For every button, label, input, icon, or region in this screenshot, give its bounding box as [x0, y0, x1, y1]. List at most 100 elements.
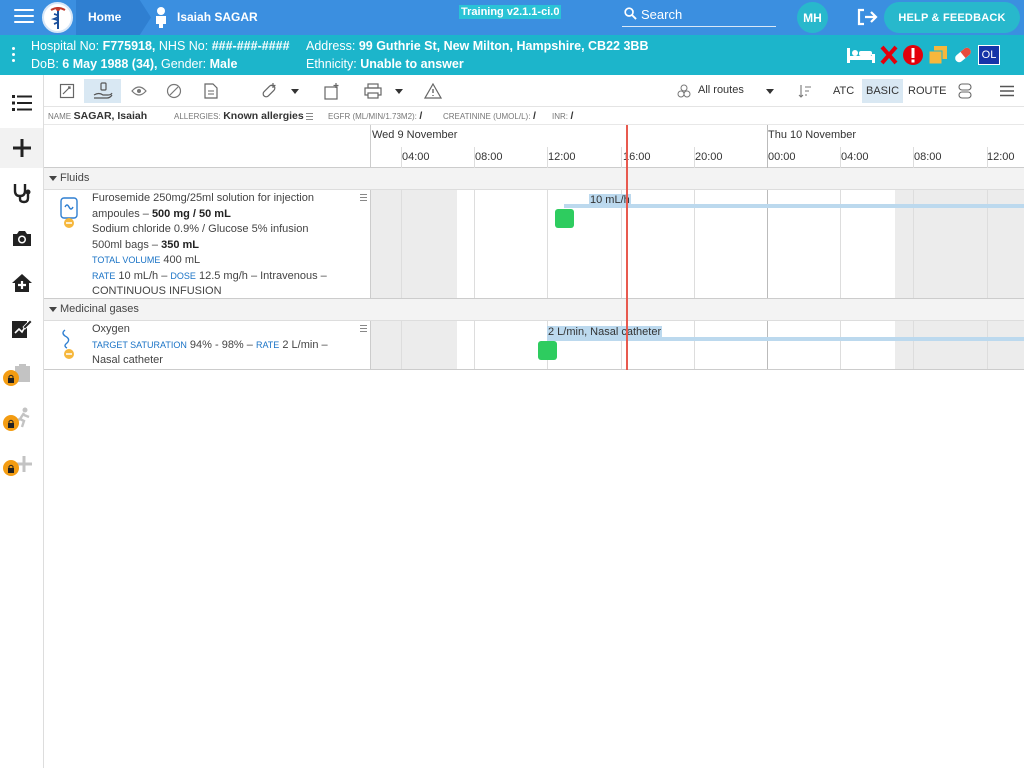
collapse-triangle-icon[interactable] — [49, 307, 57, 312]
nav-list-icon[interactable] — [0, 83, 43, 123]
group-header-medicinal-gases[interactable]: Medicinal gases — [44, 299, 1024, 321]
document-icon[interactable] — [198, 79, 224, 103]
nhs-no-value: ###-###-#### — [211, 39, 290, 53]
medication-details[interactable]: Furosemide 250mg/25ml solution for injec… — [44, 190, 371, 298]
logout-icon[interactable] — [856, 8, 878, 26]
grid-line — [840, 321, 841, 369]
grid-line — [913, 321, 914, 369]
infusion-duration-bar[interactable] — [564, 204, 1024, 208]
bed-icon[interactable] — [846, 46, 876, 64]
med-line: Sodium chloride 0.9% / Glucose 5% infusi… — [92, 223, 309, 235]
hospital-no-label: Hospital No: — [31, 39, 100, 53]
med-line: TARGET SATURATION 94% - 98% – RATE 2 L/m… — [92, 338, 362, 354]
med-text-part: ampoules – — [92, 207, 152, 220]
app-logo-icon[interactable] — [42, 2, 73, 33]
group-label: Fluids — [60, 172, 90, 184]
day-grid-line — [767, 321, 768, 369]
print-icon[interactable] — [360, 79, 386, 103]
administer-hand-icon[interactable] — [84, 79, 121, 103]
nav-add-icon[interactable] — [0, 128, 43, 168]
toolbar-menu-icon[interactable] — [996, 79, 1018, 103]
infusion-bag-icon — [59, 197, 79, 234]
day-label-thu: Thu 10 November — [768, 129, 857, 141]
row-menu-icon[interactable] — [360, 194, 367, 203]
dose-value: 12.5 mg/h – Intravenous – — [198, 269, 327, 282]
pill-group-icon[interactable] — [954, 79, 976, 103]
add-medication-dropdown-caret[interactable] — [288, 79, 302, 103]
search-field[interactable]: Search — [622, 5, 776, 27]
medication-timeline-grid[interactable]: 10 mL/h — [371, 190, 1024, 298]
nav-home-medical-icon[interactable] — [0, 263, 43, 303]
row-menu-icon[interactable] — [360, 325, 367, 334]
med-line: 500ml bags – 350 mL — [92, 238, 362, 254]
target-saturation-value: 94% - 98% – — [189, 338, 253, 351]
sort-icon[interactable] — [796, 79, 814, 103]
patient-name[interactable]: Isaiah SAGAR — [177, 10, 258, 24]
night-shade — [371, 321, 457, 369]
inr-label: INR: — [552, 112, 568, 121]
ol-badge[interactable]: OL — [978, 45, 1000, 65]
nav-locked-running-icon[interactable] — [0, 398, 43, 438]
prescribe-icon[interactable] — [54, 79, 80, 103]
user-avatar[interactable]: MH — [797, 2, 828, 33]
gas-cylinder-icon — [59, 327, 79, 366]
nhs-no-label: NHS No: — [158, 39, 209, 53]
cross-alert-icon[interactable] — [880, 45, 898, 65]
banner-demographics: DoB: 6 May 1988 (34), Gender: Male — [31, 57, 237, 71]
med-amount: 500 mg / 50 mL — [151, 207, 231, 220]
administration-marker[interactable] — [555, 209, 574, 228]
routes-filter-label[interactable]: All routes — [698, 84, 744, 96]
add-medication-icon[interactable] — [256, 79, 282, 103]
routes-dropdown-caret[interactable] — [763, 79, 777, 103]
medication-row-furosemide[interactable]: Furosemide 250mg/25ml solution for injec… — [44, 190, 1024, 299]
nav-edit-chart-icon[interactable] — [0, 308, 43, 348]
lock-icon — [3, 415, 19, 431]
view-eye-icon[interactable] — [126, 79, 152, 103]
hour-label: 12:00 — [548, 151, 576, 163]
bulk-add-icon[interactable] — [319, 79, 345, 103]
allergy-warning-icon[interactable] — [902, 44, 924, 66]
group-header-fluids[interactable]: Fluids — [44, 168, 1024, 190]
medication-pill-icon[interactable] — [952, 45, 974, 65]
medication-details[interactable]: Oxygen TARGET SATURATION 94% - 98% – RAT… — [44, 321, 371, 369]
medication-description: Oxygen TARGET SATURATION 94% - 98% – RAT… — [92, 322, 362, 369]
home-label: Home — [88, 10, 122, 24]
documents-icon[interactable] — [928, 45, 948, 65]
allergies-field[interactable]: ALLERGIES: Known allergies — [174, 110, 314, 122]
training-version-badge: Training v2.1.1-ci.0 — [459, 5, 562, 19]
group-label: Medicinal gases — [60, 303, 139, 315]
allergies-label: ALLERGIES: — [174, 112, 221, 121]
nav-camera-icon[interactable] — [0, 218, 43, 258]
creatinine-value: / — [532, 110, 536, 122]
medication-row-oxygen[interactable]: Oxygen TARGET SATURATION 94% - 98% – RAT… — [44, 321, 1024, 370]
discontinue-pill-icon[interactable] — [161, 79, 187, 103]
gender-label: Gender: — [160, 57, 207, 71]
home-breadcrumb[interactable]: Home — [76, 0, 151, 35]
print-dropdown-caret[interactable] — [392, 79, 406, 103]
rate-label: RATE — [92, 270, 116, 281]
nav-stethoscope-icon[interactable] — [0, 173, 43, 213]
allergies-menu-icon[interactable] — [306, 113, 314, 121]
help-feedback-button[interactable]: HELP & FEEDBACK — [884, 2, 1020, 33]
banner-address: Address: 99 Guthrie St, New Milton, Hamp… — [306, 39, 648, 53]
dose-label: DOSE — [170, 270, 196, 281]
inr-value: / — [570, 110, 574, 122]
medication-timeline-grid[interactable]: 2 L/min, Nasal catheter — [371, 321, 1024, 369]
warning-icon[interactable] — [420, 79, 446, 103]
banner-menu-icon[interactable] — [12, 47, 16, 63]
chart-toolbar: All routes ATC BASIC ROUTE — [44, 75, 1024, 107]
banner-ethnicity: Ethnicity: Unable to answer — [306, 57, 464, 71]
basic-view-button[interactable]: BASIC — [862, 79, 904, 103]
atc-view-button[interactable]: ATC — [829, 79, 858, 103]
collapse-triangle-icon[interactable] — [49, 176, 57, 181]
patient-info-row: NAME SAGAR, Isaiah ALLERGIES: Known alle… — [44, 107, 1024, 125]
med-line: Oxygen — [92, 323, 130, 335]
hamburger-menu-icon[interactable] — [14, 9, 34, 25]
ethnicity-value: Unable to answer — [360, 57, 464, 71]
route-view-button[interactable]: ROUTE — [904, 79, 951, 103]
nav-locked-clipboard-icon[interactable] — [0, 353, 43, 393]
nav-locked-add-icon[interactable] — [0, 443, 43, 483]
current-time-line — [626, 125, 628, 370]
creatinine-field: CREATININE (UMOL/L): / — [443, 110, 536, 122]
administration-marker[interactable] — [538, 341, 557, 360]
